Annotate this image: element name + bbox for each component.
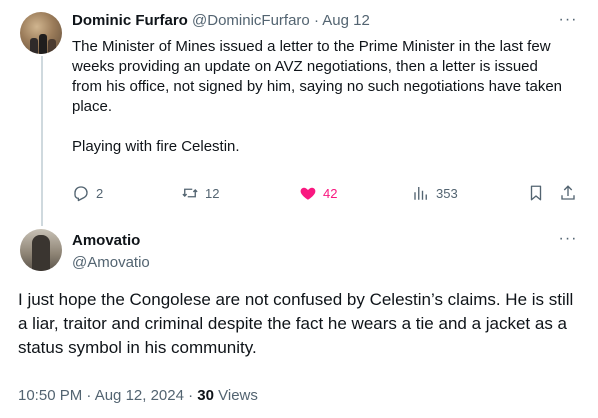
more-options-icon[interactable]: ··· [558, 231, 578, 251]
tweet-text: I just hope the Congolese are not confus… [18, 290, 579, 357]
tweet-timestamp[interactable]: 10:50 PM · Aug 12, 2024 [18, 387, 184, 404]
share-button[interactable] [559, 182, 577, 204]
display-name[interactable]: Dominic Furfaro [72, 12, 188, 29]
more-options-icon[interactable]: ··· [558, 12, 578, 32]
like-count: 42 [323, 185, 338, 201]
heart-filled-icon [300, 187, 316, 200]
tweet-date[interactable]: Aug 12 [322, 12, 370, 29]
parent-tweet[interactable]: Dominic Furfaro @DominicFurfaro · Aug 12… [0, 0, 598, 226]
views-count: 30 [197, 387, 214, 404]
repost-icon [182, 188, 198, 198]
tweet-header: Dominic Furfaro @DominicFurfaro · Aug 12 [72, 11, 370, 31]
reply-count: 2 [96, 185, 104, 201]
share-icon [561, 185, 575, 200]
avatar-figure [32, 235, 50, 271]
header-separator: · [309, 12, 323, 29]
avatar-figure [39, 34, 47, 54]
bookmark-icon [530, 185, 542, 201]
tweet-thread-page: Dominic Furfaro @DominicFurfaro · Aug 12… [0, 0, 598, 418]
thread-connector-line [41, 56, 43, 226]
views-button[interactable]: 353 [412, 182, 458, 204]
like-button[interactable]: 42 [299, 182, 337, 204]
views-bar-chart-icon [414, 187, 427, 200]
display-name[interactable]: Amovatio [72, 231, 140, 251]
avatar[interactable] [20, 229, 62, 271]
reply-icon [74, 186, 88, 202]
user-handle[interactable]: @Amovatio [72, 253, 150, 273]
tweet-actions: 2 12 42 353 [72, 182, 582, 206]
repost-count: 12 [205, 185, 220, 201]
repost-button[interactable]: 12 [181, 182, 219, 204]
avatar-figure [30, 38, 38, 54]
views-count: 353 [436, 185, 458, 201]
avatar-figure [48, 39, 56, 54]
reply-button[interactable]: 2 [72, 182, 103, 204]
tweet-meta: 10:50 PM · Aug 12, 2024 · 30 Views [18, 386, 258, 406]
bookmark-button[interactable] [527, 182, 545, 204]
user-handle[interactable]: @DominicFurfaro [192, 12, 310, 29]
views-label: Views [213, 387, 258, 404]
avatar[interactable] [20, 12, 62, 54]
tweet-text: The Minister of Mines issued a letter to… [72, 38, 563, 155]
meta-separator: · [183, 387, 198, 404]
